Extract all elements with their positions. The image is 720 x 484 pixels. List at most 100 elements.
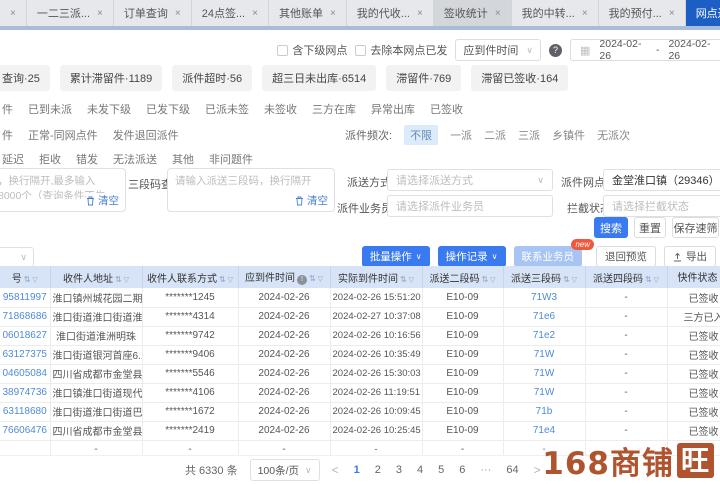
tab-close-icon[interactable]: ×	[175, 8, 181, 19]
tab-close-icon[interactable]: ×	[252, 8, 258, 19]
filter-icon[interactable]: ▽	[124, 277, 129, 284]
prev-page-arrow[interactable]: <	[332, 463, 339, 477]
contact-courier-button[interactable]: 联系业务员 new	[514, 246, 583, 267]
filter-icon[interactable]: ▽	[32, 277, 37, 284]
sort-icon[interactable]: ⇅	[645, 275, 652, 284]
tab-其他账单[interactable]: 其他账单×	[269, 0, 347, 26]
courier-select[interactable]: 请选择派件业务员	[387, 195, 553, 217]
tab-close-icon[interactable]: ×	[330, 8, 336, 19]
page-number[interactable]: 1	[354, 464, 360, 476]
stats-pill[interactable]: 滞留件·769	[386, 65, 461, 91]
waybill-link[interactable]: 63127375	[3, 349, 48, 360]
column-select[interactable]: ∨	[0, 247, 34, 267]
dispatch-frequency-option[interactable]: 三派	[518, 127, 540, 143]
dispatch-frequency-option[interactable]: 二派	[484, 127, 506, 143]
exclude-sent-checkbox[interactable]	[355, 45, 366, 56]
waybill-link[interactable]: 95811997	[3, 292, 47, 303]
segment3-link[interactable]: 71W	[534, 349, 555, 360]
tab-close-icon[interactable]: ×	[97, 8, 103, 19]
sort-icon[interactable]: ⇅	[219, 275, 226, 284]
problem-filter-item[interactable]: 错发	[76, 151, 98, 167]
problem-filter-item[interactable]: 拒收	[39, 151, 61, 167]
include-sub-sites-option[interactable]: 含下级网点	[277, 42, 347, 58]
status-filter-item[interactable]: 未发下级	[87, 101, 131, 117]
type-filter-item[interactable]: 件	[2, 127, 13, 143]
segment3-link[interactable]: 71e4	[533, 425, 555, 436]
filter-icon[interactable]: ▽	[228, 277, 233, 284]
tab-网点进港...[interactable]: 网点进港...×	[686, 0, 720, 26]
include-sub-sites-checkbox[interactable]	[277, 45, 288, 56]
waybill-link[interactable]: 38974736	[3, 387, 48, 398]
dispatch-frequency-option[interactable]: 一派	[450, 127, 472, 143]
segment3-link[interactable]: 71W	[534, 368, 555, 379]
sort-icon[interactable]: ⇅	[309, 274, 316, 283]
tab-close-icon[interactable]: ×	[417, 8, 423, 19]
type-filter-item[interactable]: 正常-同网点件	[28, 127, 98, 143]
segment3-link[interactable]: 71e2	[533, 330, 555, 341]
save-filter-button[interactable]: 保存速筛	[672, 217, 719, 238]
type-filter-item[interactable]: 发件退回派件	[113, 127, 179, 143]
tab-24点签...[interactable]: 24点签...×	[192, 0, 269, 26]
tab-订单查询[interactable]: 订单查询×	[114, 0, 192, 26]
reset-button[interactable]: 重置	[634, 217, 666, 238]
segment3-link[interactable]: 71W	[534, 387, 555, 398]
status-filter-item[interactable]: 已发下级	[146, 101, 190, 117]
tab-cutoff[interactable]: ×	[0, 0, 27, 26]
stats-pill[interactable]: 查询·25	[0, 65, 50, 91]
tab-close-icon[interactable]: ×	[582, 8, 588, 19]
stats-pill[interactable]: 派件超时·56	[172, 65, 252, 91]
segment3-link[interactable]: 71W3	[531, 292, 557, 303]
sort-icon[interactable]: ⇅	[24, 275, 31, 284]
info-icon[interactable]: !	[297, 275, 307, 285]
page-number[interactable]: 2	[375, 464, 381, 476]
dispatch-frequency-option[interactable]: 无派次	[597, 127, 630, 143]
waybill-link[interactable]: 63118680	[3, 406, 47, 417]
segment3-link[interactable]: 71b	[536, 406, 553, 417]
page-number[interactable]: 6	[459, 464, 465, 476]
dispatch-site-input[interactable]: 金堂淮口镇（29346）	[603, 169, 720, 191]
exclude-sent-option[interactable]: 去除本网点已发	[355, 42, 447, 58]
sort-icon[interactable]: ⇅	[115, 275, 122, 284]
date-range-input[interactable]: ▦ 2024-02-26 - 2024-02-26	[570, 39, 720, 61]
dispatch-method-select[interactable]: 请选择派送方式 ∨	[387, 169, 553, 191]
problem-filter-item[interactable]: 非问题件	[209, 151, 253, 167]
status-filter-item[interactable]: 三方在库	[312, 101, 356, 117]
page-number[interactable]: 5	[438, 464, 444, 476]
status-filter-item[interactable]: 件	[2, 101, 13, 117]
intercept-status-select[interactable]: 请选择拦截状态	[603, 195, 720, 217]
status-filter-item[interactable]: 已派未签	[205, 101, 249, 117]
return-preview-button[interactable]: 退回预览	[596, 246, 656, 267]
page-number[interactable]: 3	[396, 464, 402, 476]
tab-一二三派...[interactable]: 一二三派...×	[27, 0, 114, 26]
problem-filter-item[interactable]: 无法派送	[113, 151, 157, 167]
sort-icon[interactable]: ⇅	[400, 275, 407, 284]
page-number[interactable]: 64	[506, 464, 518, 476]
search-button[interactable]: 搜索	[594, 217, 628, 238]
stats-pill[interactable]: 滞留已签收·164	[471, 65, 568, 91]
tab-我的代收...[interactable]: 我的代收...×	[347, 0, 434, 26]
dispatch-frequency-option[interactable]: 乡镇件	[552, 127, 585, 143]
filter-icon[interactable]: ▽	[318, 276, 323, 283]
operation-records-button[interactable]: 操作记录 ∨	[438, 246, 506, 267]
tab-close-icon[interactable]: ×	[10, 8, 16, 19]
status-filter-item[interactable]: 已到未派	[28, 101, 72, 117]
page-number[interactable]: 4	[417, 464, 423, 476]
clear-segment-button[interactable]: 清空	[295, 193, 328, 208]
waybill-link[interactable]: 06018627	[3, 330, 48, 341]
tab-我的预付...[interactable]: 我的预付...×	[599, 0, 686, 26]
time-type-select[interactable]: 应到件时间 ∨	[455, 39, 541, 61]
segment-code-textarea[interactable]: 请输入派送三段码，换行隔开 清空	[167, 168, 335, 212]
waybill-number-textarea[interactable]: ，换行隔开,最多输入8000个（查询条件不生效） 清空	[0, 168, 126, 212]
dispatch-frequency-option[interactable]: 不限	[404, 125, 438, 145]
filter-icon[interactable]: ▽	[490, 277, 495, 284]
page-size-select[interactable]: 100条/页 ∨	[250, 459, 320, 481]
tab-close-icon[interactable]: ×	[495, 8, 501, 19]
sort-icon[interactable]: ⇅	[481, 275, 488, 284]
waybill-link[interactable]: 76606476	[3, 425, 48, 436]
waybill-link[interactable]: 04605084	[3, 368, 48, 379]
status-filter-item[interactable]: 已签收	[430, 101, 463, 117]
problem-filter-item[interactable]: 其他	[172, 151, 194, 167]
waybill-link[interactable]: 71868686	[3, 311, 48, 322]
segment3-link[interactable]: 71e6	[533, 311, 555, 322]
tab-我的中转...[interactable]: 我的中转...×	[512, 0, 599, 26]
